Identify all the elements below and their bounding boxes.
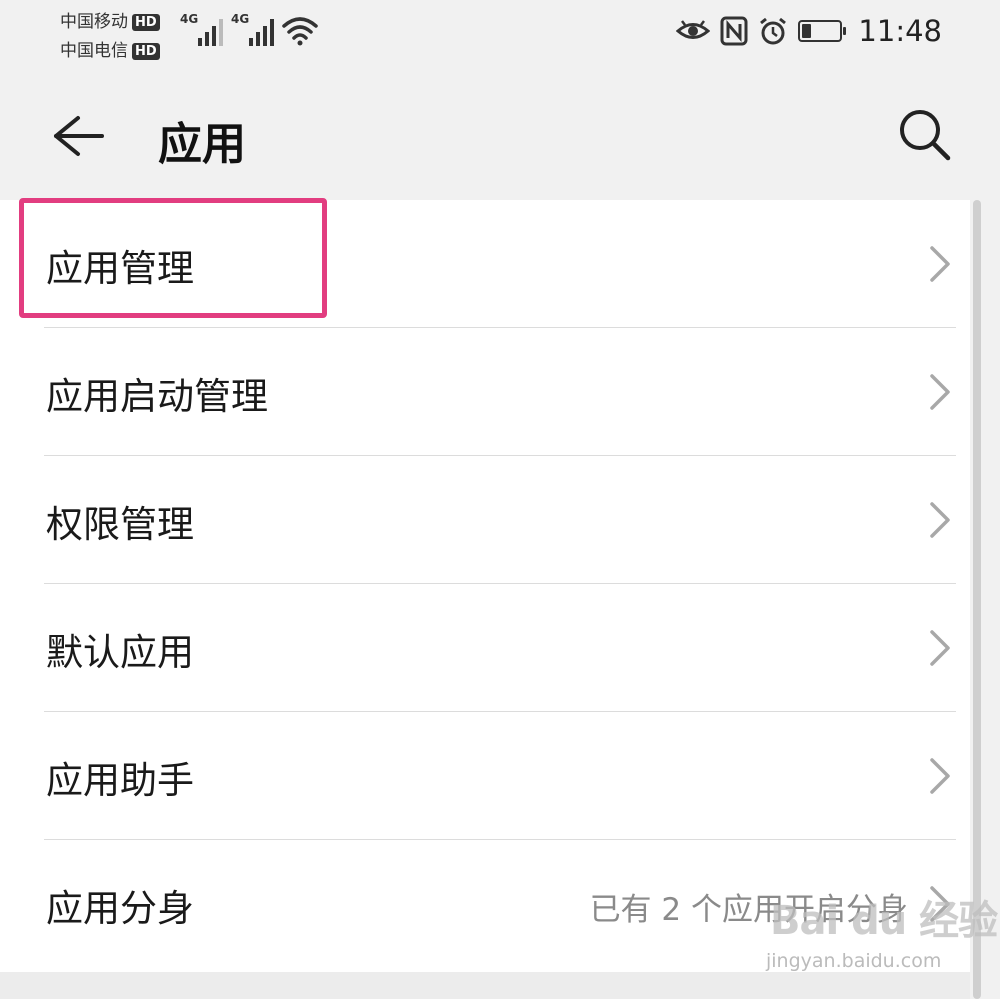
signal-2: 4G — [231, 12, 274, 46]
chevron-right-icon — [930, 502, 950, 538]
list-item-startup-management[interactable]: 应用启动管理 — [0, 328, 970, 456]
chevron-right-icon — [930, 374, 950, 410]
list-item-app-twin[interactable]: 应用分身 已有 2 个应用开启分身 — [0, 840, 970, 968]
signal-1: 4G — [180, 12, 223, 46]
list-item-label: 默认应用 — [46, 631, 194, 674]
status-bar: 中国移动 HD 中国电信 HD 4G 4G 11:48 — [0, 0, 1000, 70]
carrier-info: 中国移动 HD 中国电信 HD — [60, 8, 160, 66]
signal-bars-1-icon — [198, 14, 223, 46]
list-item-label: 应用分身 — [46, 887, 194, 930]
carrier-1-name: 中国移动 — [60, 12, 128, 32]
chevron-right-icon — [930, 758, 950, 794]
hd-badge-1: HD — [132, 14, 160, 31]
network-type-2: 4G — [231, 12, 250, 26]
signal-indicators: 4G 4G — [180, 12, 318, 46]
eye-comfort-icon — [676, 20, 711, 39]
wifi-icon — [282, 17, 318, 46]
list-item-permission-management[interactable]: 权限管理 — [0, 456, 970, 584]
list-item-app-assistant[interactable]: 应用助手 — [0, 712, 970, 840]
list-bottom-gap — [0, 972, 970, 999]
chevron-right-icon — [930, 886, 950, 922]
list-item-label: 权限管理 — [46, 503, 194, 546]
scrollbar[interactable] — [973, 200, 981, 999]
list-item-app-management[interactable]: 应用管理 — [0, 200, 970, 328]
carrier-2-name: 中国电信 — [60, 41, 128, 61]
battery-fill — [802, 24, 812, 38]
status-time: 11:48 — [858, 14, 942, 48]
list-item-label: 应用管理 — [46, 247, 194, 290]
alarm-icon — [760, 17, 787, 45]
page-title: 应用 — [158, 119, 246, 170]
list-item-label: 应用启动管理 — [46, 375, 268, 418]
chevron-right-icon — [930, 630, 950, 666]
signal-bars-2-icon — [249, 14, 274, 46]
list-item-label: 应用助手 — [46, 759, 194, 802]
carrier-2: 中国电信 HD — [60, 37, 160, 66]
search-button[interactable] — [892, 102, 956, 166]
settings-list: 应用管理 应用启动管理 权限管理 默认应用 应用助手 应用分身 已有 2 个应用… — [0, 200, 970, 972]
chevron-right-icon — [930, 246, 950, 282]
hd-badge-2: HD — [132, 43, 160, 60]
status-icons-right: 11:48 — [676, 14, 942, 48]
carrier-1: 中国移动 HD — [60, 8, 160, 37]
back-arrow-icon — [54, 116, 104, 156]
app-bar: 应用 — [0, 80, 1000, 192]
list-item-default-apps[interactable]: 默认应用 — [0, 584, 970, 712]
search-icon — [900, 110, 951, 161]
back-button[interactable] — [44, 104, 108, 168]
nfc-icon — [720, 16, 748, 46]
battery-icon — [798, 20, 847, 42]
list-item-value: 已有 2 个应用开启分身 — [589, 892, 908, 928]
network-type-1: 4G — [180, 12, 199, 26]
